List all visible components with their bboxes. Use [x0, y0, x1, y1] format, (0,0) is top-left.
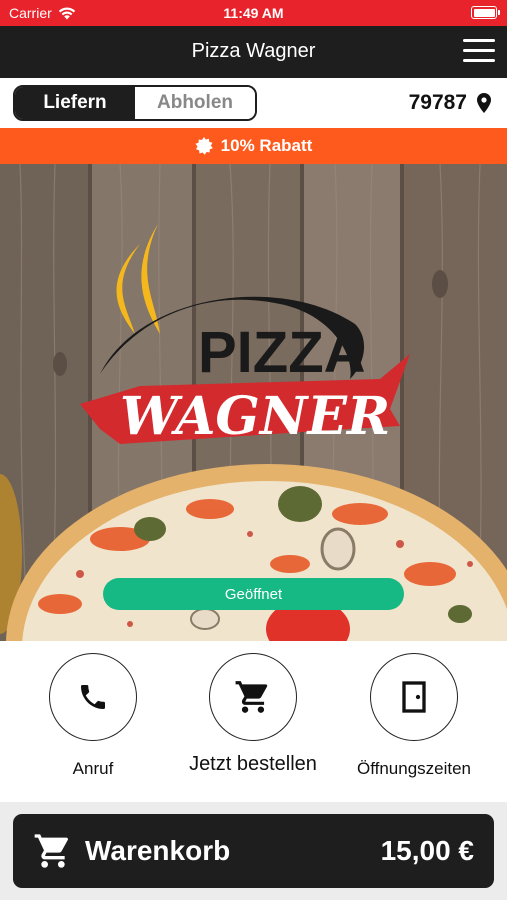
cart-bar[interactable]: Warenkorb 15,00 €: [13, 814, 494, 888]
discount-text: 10% Rabatt: [220, 136, 313, 155]
opening-hours-label: Öffnungszeiten: [356, 759, 472, 778]
opening-hours-button[interactable]: Öffnungszeiten: [334, 653, 494, 779]
order-circle: [209, 653, 297, 741]
order-mode-bar: Liefern Abholen 79787: [0, 78, 507, 128]
page-title: Pizza Wagner: [191, 40, 316, 62]
cart-total: 15,00 €: [380, 835, 474, 866]
discount-badge-icon: [195, 137, 213, 155]
hours-circle: [370, 653, 458, 741]
cart-icon: [34, 834, 68, 868]
restaurant-hero-image: PIZZA WAGNER: [0, 164, 507, 641]
pickup-tab[interactable]: Abholen: [135, 87, 255, 119]
call-label: Anruf: [72, 759, 114, 778]
delivery-mode-toggle: Liefern Abholen: [13, 85, 257, 121]
phone-icon: [81, 685, 105, 709]
door-icon: [402, 681, 426, 713]
quick-actions: Anruf Jetzt bestellen Öffnungszeiten: [0, 641, 507, 802]
hamburger-menu-icon[interactable]: [463, 39, 495, 63]
status-bar: Carrier 11:49 AM: [0, 0, 507, 26]
clock: 11:49 AM: [223, 5, 284, 21]
shopping-cart-icon: [235, 681, 268, 713]
logo-wagner-text: WAGNER: [120, 386, 390, 447]
order-now-button[interactable]: Jetzt bestellen: [173, 653, 333, 776]
pizza-wagner-logo: PIZZA WAGNER: [80, 224, 410, 447]
nav-bar: Pizza Wagner: [0, 26, 507, 78]
zip-code-selector[interactable]: 79787: [409, 91, 491, 115]
battery-icon: [471, 6, 500, 19]
deliver-tab[interactable]: Liefern: [15, 87, 135, 119]
discount-banner: 10% Rabatt: [0, 128, 507, 164]
location-pin-icon: [477, 93, 491, 113]
call-button[interactable]: Anruf: [13, 653, 173, 779]
logo-pizza-text: PIZZA: [198, 320, 366, 385]
open-status-badge[interactable]: Geöffnet: [103, 578, 404, 610]
cart-label: Warenkorb: [85, 835, 231, 866]
order-now-label: Jetzt bestellen: [189, 753, 317, 775]
zip-code: 79787: [408, 91, 467, 114]
call-circle: [49, 653, 137, 741]
pizza-image: [0, 464, 507, 641]
